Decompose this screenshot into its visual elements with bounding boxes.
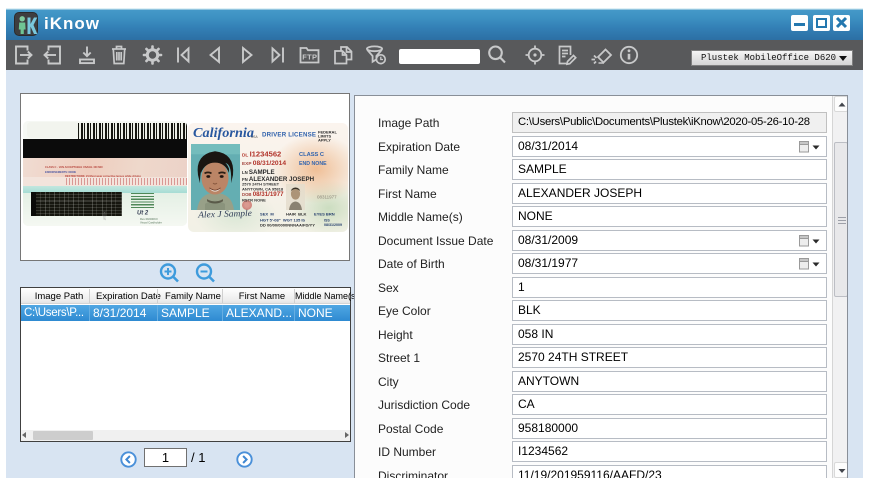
svg-text:FTP: FTP [302,53,317,62]
